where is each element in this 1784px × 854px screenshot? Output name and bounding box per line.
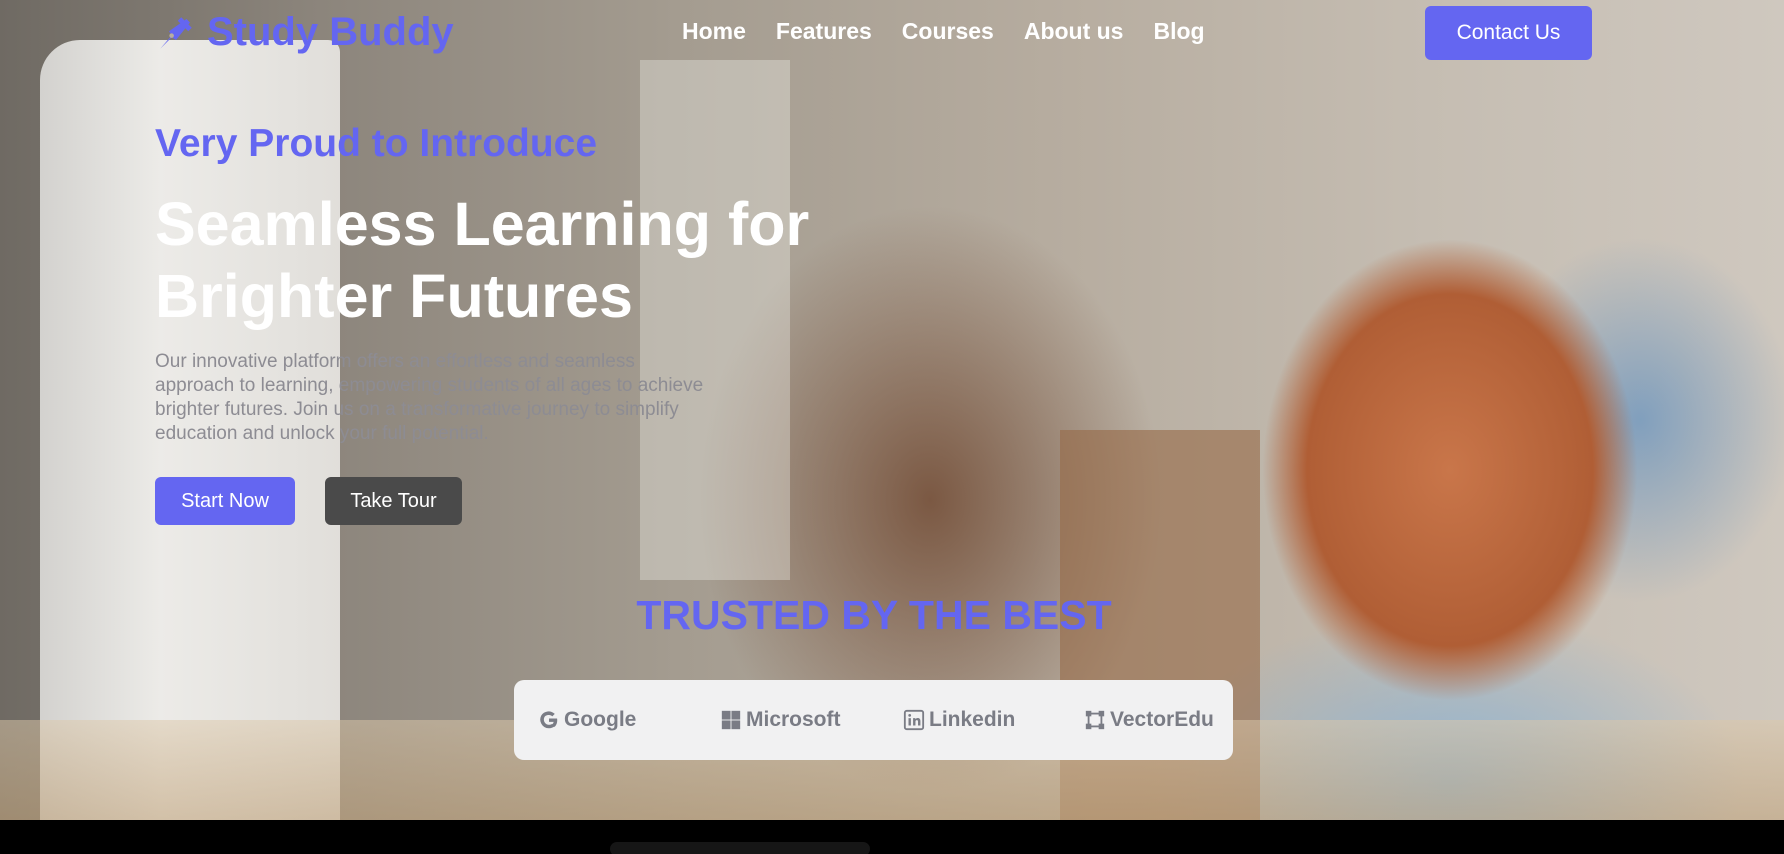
vectoredu-icon — [1085, 710, 1105, 730]
brand-name: Study Buddy — [207, 10, 454, 54]
nav-about-us[interactable]: About us — [1024, 18, 1124, 45]
headline-line-2: Brighter Futures — [155, 262, 633, 330]
google-icon — [540, 711, 558, 729]
contact-us-button[interactable]: Contact Us — [1425, 6, 1592, 60]
next-section-heading-hint — [610, 842, 870, 854]
nav-features[interactable]: Features — [776, 18, 872, 45]
linkedin-icon — [903, 709, 925, 731]
nav-courses[interactable]: Courses — [902, 18, 994, 45]
nav-home[interactable]: Home — [682, 18, 746, 45]
partner-google-label: Google — [564, 708, 637, 731]
start-now-button[interactable]: Start Now — [155, 477, 295, 525]
partner-vectoredu-label: VectorEdu — [1110, 708, 1214, 731]
trusted-heading: TRUSTED BY THE BEST — [636, 592, 1112, 638]
partner-logo-bar: Google Microsoft Linkedin VectorEdu — [514, 680, 1233, 760]
headline-line-1: Seamless Learning for — [155, 190, 810, 258]
microsoft-icon — [721, 710, 741, 730]
pen-nib-icon — [160, 16, 192, 49]
partner-vectoredu: VectorEdu — [1084, 680, 1214, 760]
hero-headline: Seamless Learning for Brighter Futures — [155, 188, 875, 332]
hero-eyebrow: Very Proud to Introduce — [155, 122, 598, 165]
partner-microsoft-label: Microsoft — [746, 708, 841, 731]
hero-description: Our innovative platform offers an effort… — [155, 351, 704, 444]
main-nav: Home Features Courses About us Blog — [682, 18, 1205, 45]
partner-linkedin: Linkedin — [903, 680, 1015, 760]
partner-microsoft: Microsoft — [720, 680, 841, 760]
partner-linkedin-label: Linkedin — [929, 708, 1016, 731]
brand-logo[interactable]: Study Buddy — [155, 10, 454, 55]
next-section-peek — [0, 820, 1784, 854]
partner-google: Google — [538, 680, 636, 760]
nav-blog[interactable]: Blog — [1153, 18, 1204, 45]
hero-section: Study Buddy Home Features Courses About … — [0, 0, 1784, 820]
take-tour-button[interactable]: Take Tour — [325, 477, 462, 525]
